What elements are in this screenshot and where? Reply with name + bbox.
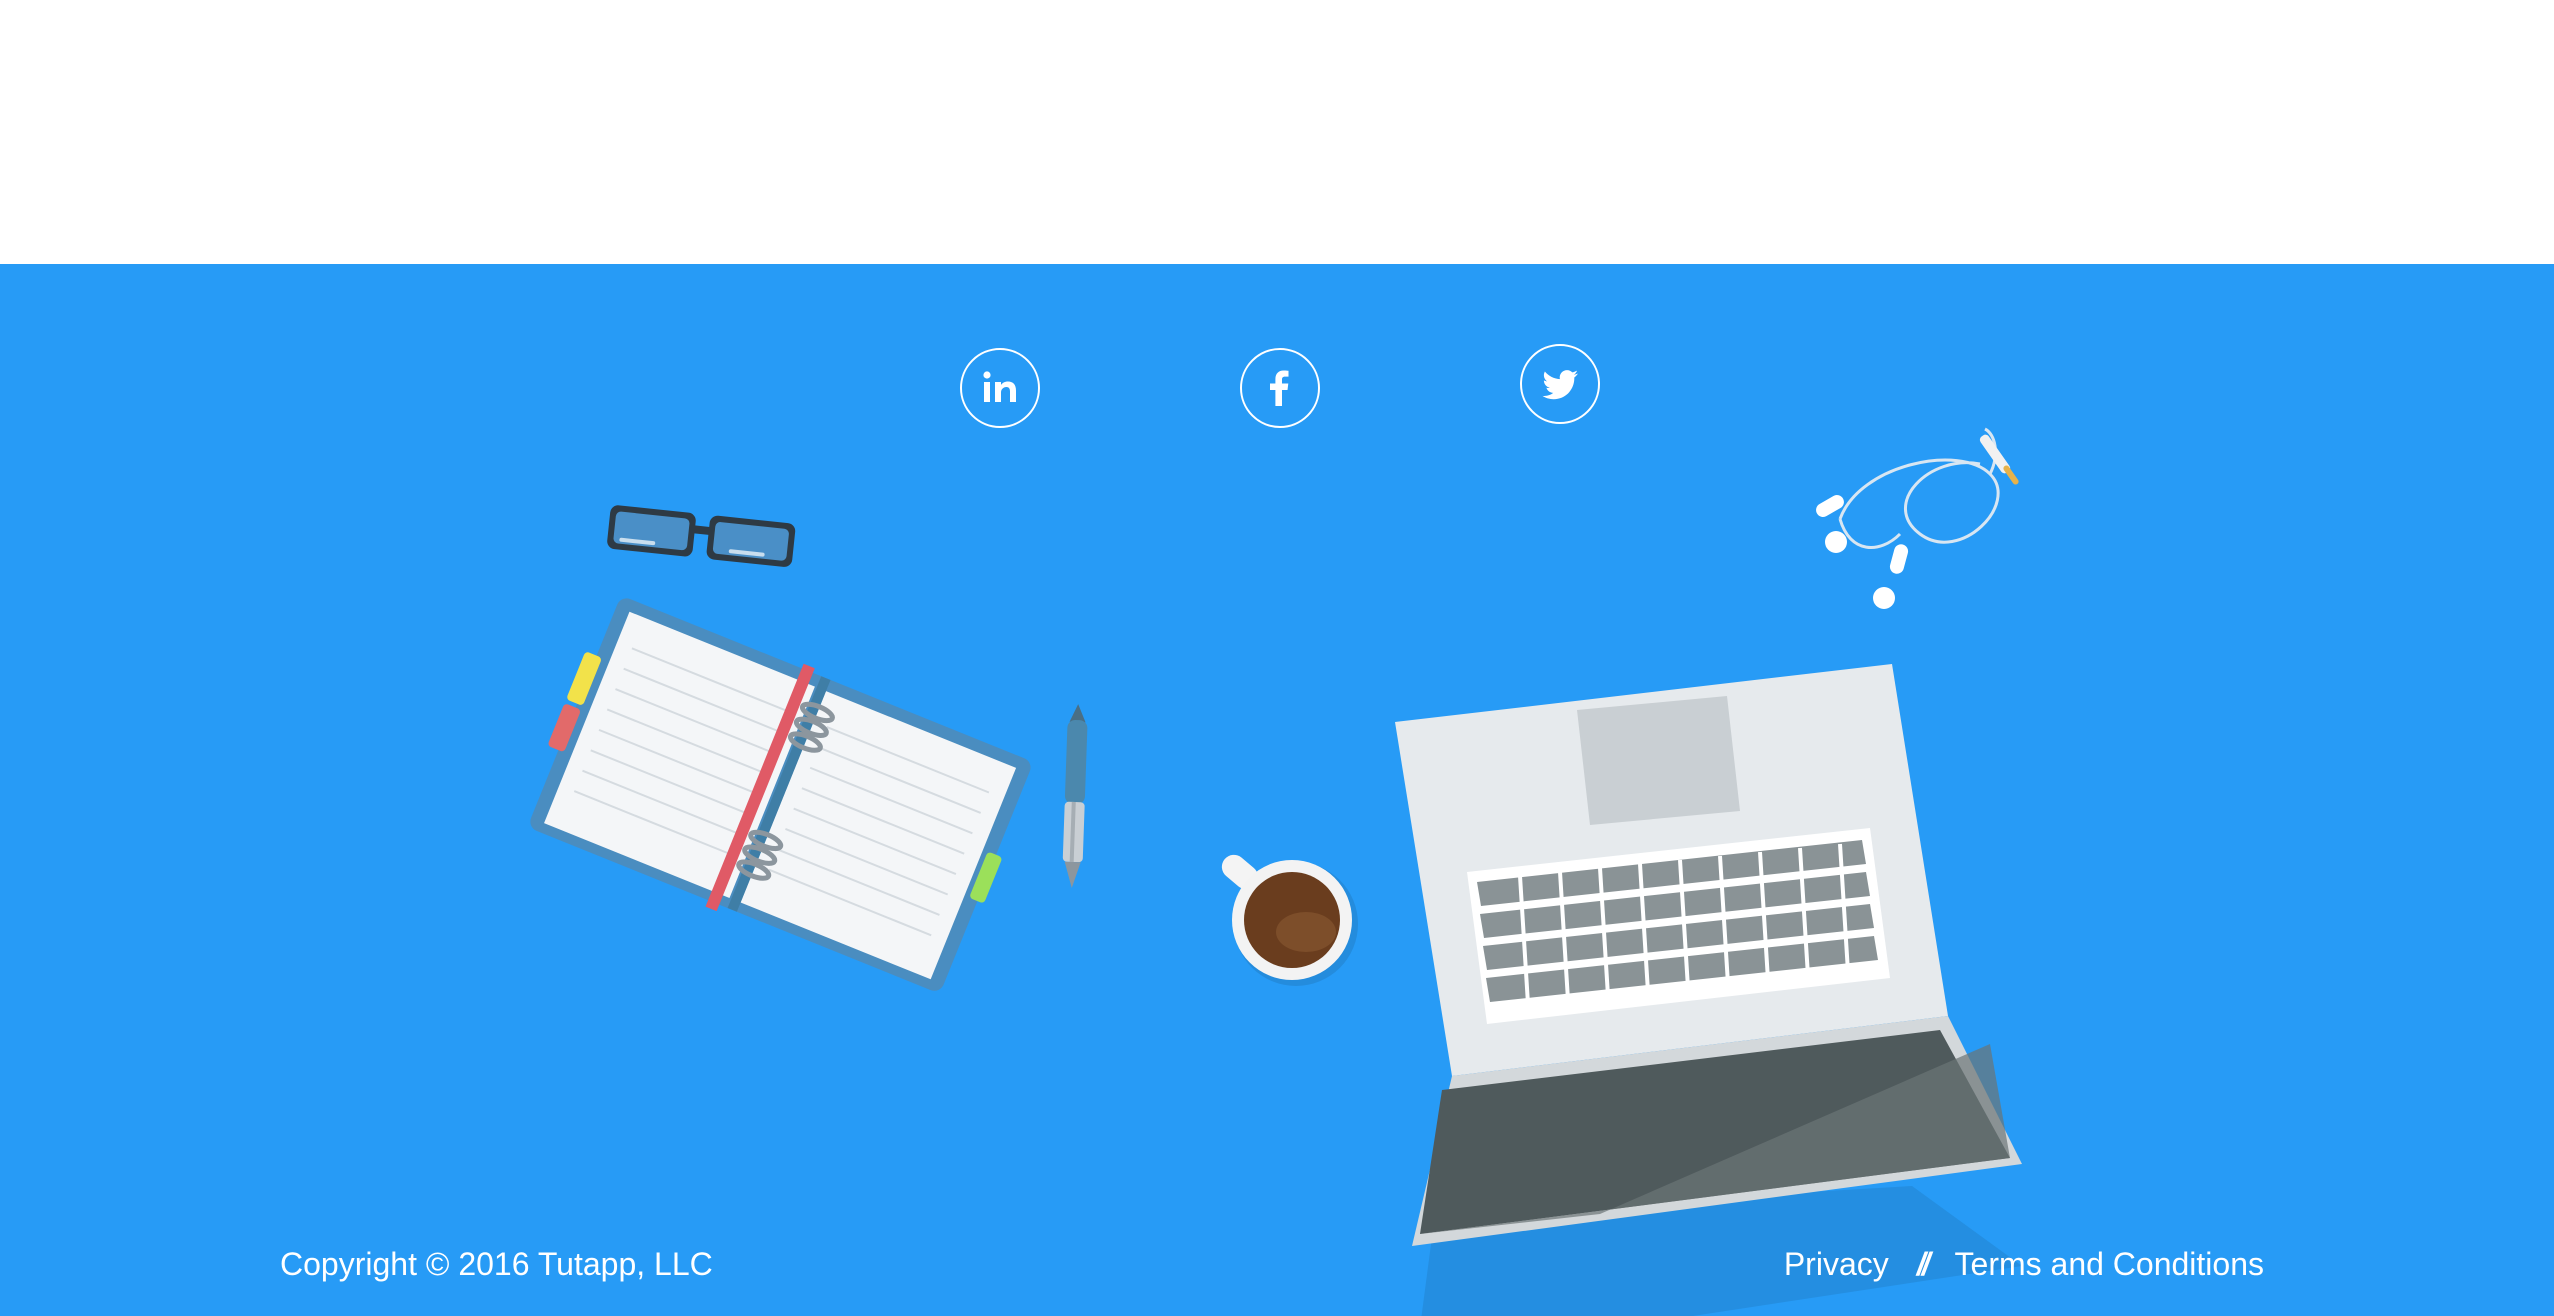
coffee-cup-illustration bbox=[1221, 854, 1358, 986]
glasses-illustration bbox=[607, 505, 796, 567]
site-footer: Copyright © 2016 Tutapp, LLC Privacy // … bbox=[0, 264, 2554, 1316]
earphones-illustration bbox=[1816, 427, 2019, 609]
desk-illustration bbox=[530, 427, 2022, 1316]
link-separator: // bbox=[1916, 1246, 1931, 1282]
privacy-link[interactable]: Privacy bbox=[1784, 1244, 1889, 1284]
page-top-blank bbox=[0, 0, 2554, 264]
footer-links: Privacy // Terms and Conditions bbox=[1784, 1244, 2264, 1284]
notebook-illustration bbox=[530, 598, 1031, 991]
laptop-illustration bbox=[1395, 664, 2022, 1316]
terms-link[interactable]: Terms and Conditions bbox=[1955, 1244, 2264, 1284]
pen-illustration bbox=[1062, 704, 1088, 888]
copyright-text: Copyright © 2016 Tutapp, LLC bbox=[280, 1246, 713, 1282]
